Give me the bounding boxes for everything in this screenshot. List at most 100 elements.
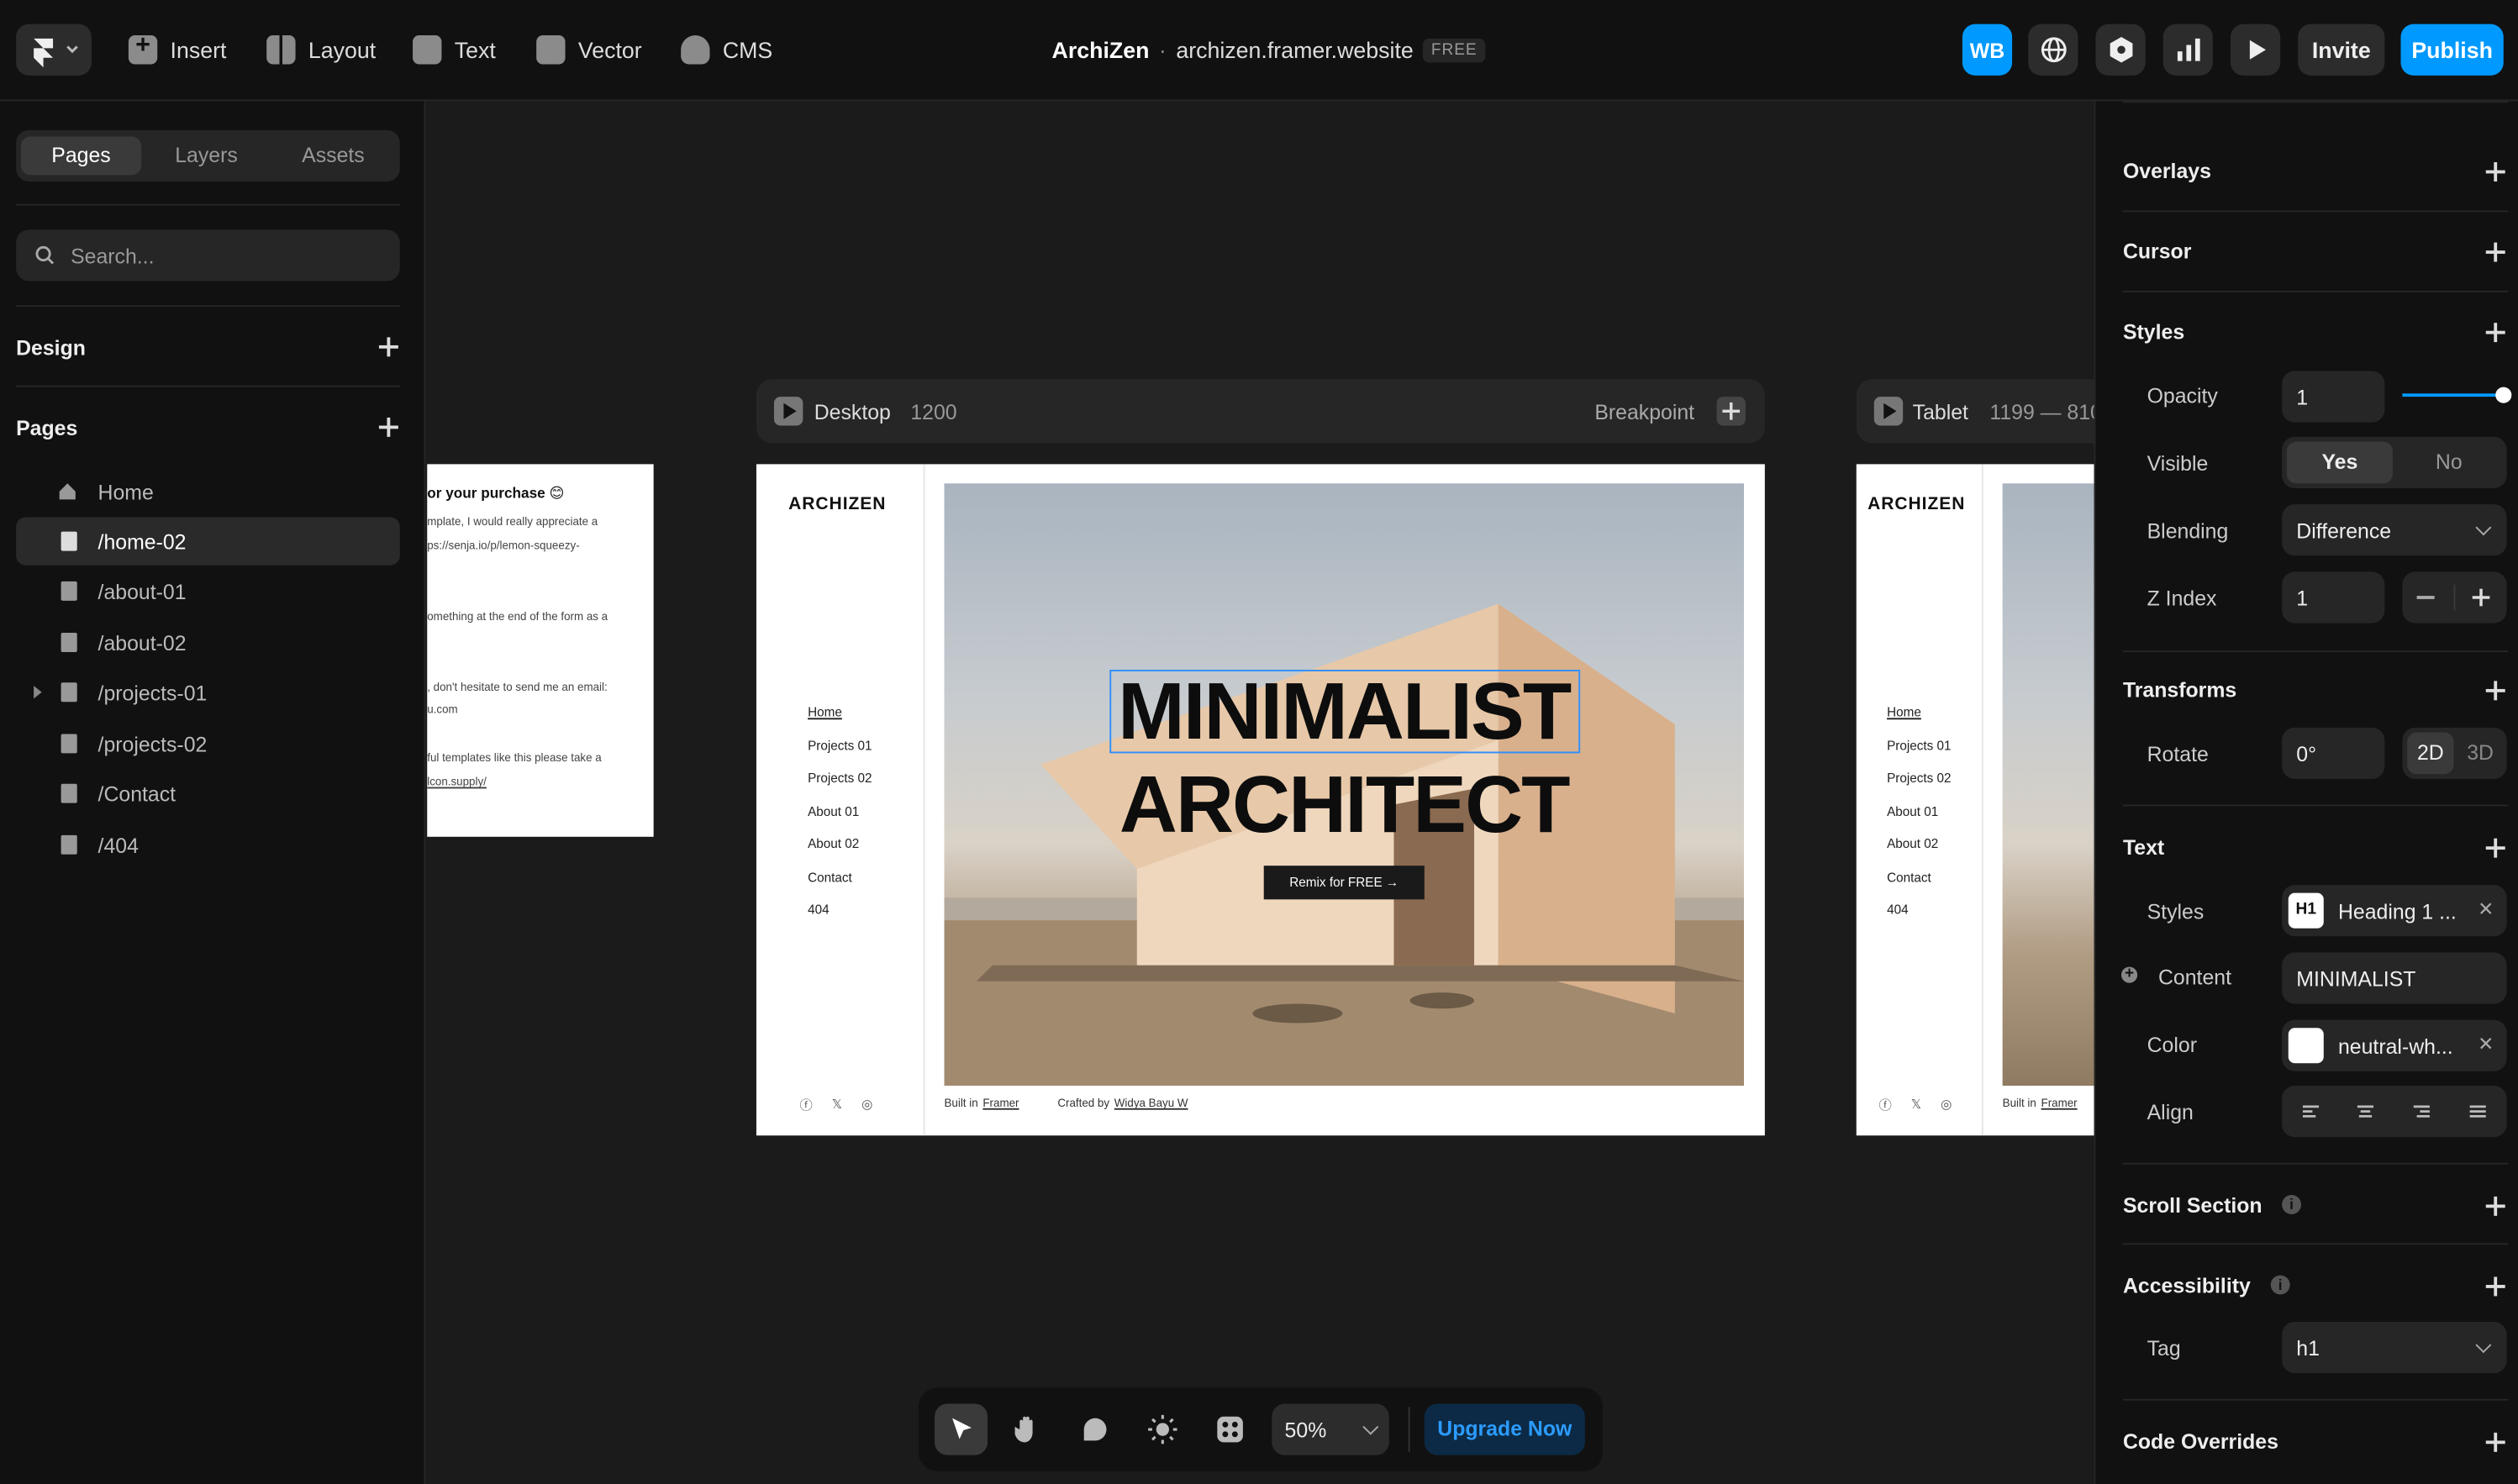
nav-about-02[interactable]: About 02 bbox=[1887, 837, 1938, 851]
mode-3d-option[interactable]: 3D bbox=[2457, 733, 2503, 775]
search-input[interactable]: Search... bbox=[16, 229, 400, 282]
opacity-slider-knob[interactable] bbox=[2495, 387, 2512, 403]
facebook-icon[interactable]: ⓕ bbox=[1879, 1097, 1892, 1114]
nav-about-02[interactable]: About 02 bbox=[808, 837, 859, 851]
components-tool[interactable] bbox=[1209, 1408, 1251, 1450]
preview-play-icon[interactable] bbox=[773, 397, 803, 426]
info-icon[interactable]: i bbox=[2270, 1275, 2290, 1295]
insert-tool[interactable]: Insert bbox=[128, 29, 226, 71]
align-justify-icon[interactable] bbox=[2468, 1102, 2488, 1121]
nav-contact[interactable]: Contact bbox=[808, 871, 852, 885]
visible-yes-option[interactable]: Yes bbox=[2286, 441, 2393, 484]
page-item-home[interactable]: Home bbox=[16, 467, 400, 515]
nav-home[interactable]: Home bbox=[808, 705, 842, 719]
nav-404[interactable]: 404 bbox=[808, 903, 830, 917]
vector-tool[interactable]: Vector bbox=[536, 29, 642, 71]
preview-button[interactable] bbox=[2230, 24, 2281, 76]
nav-about-01[interactable]: About 01 bbox=[808, 805, 859, 819]
zoom-select[interactable]: 50% bbox=[1272, 1403, 1389, 1455]
nav-projects-01[interactable]: Projects 01 bbox=[808, 739, 872, 753]
add-code-override-icon[interactable] bbox=[2485, 1432, 2505, 1452]
text-tool[interactable]: Text bbox=[413, 29, 496, 71]
nav-contact[interactable]: Contact bbox=[1887, 871, 1931, 885]
add-breakpoint-button[interactable] bbox=[1716, 397, 1746, 426]
add-style-icon[interactable] bbox=[2485, 323, 2505, 343]
increment-button[interactable] bbox=[2472, 588, 2490, 607]
text-style-select[interactable]: H1 Heading 1 ... ✕ bbox=[2282, 885, 2507, 937]
theme-toggle[interactable] bbox=[1142, 1408, 1184, 1450]
layout-tool[interactable]: Layout bbox=[266, 29, 376, 71]
zindex-input[interactable]: 1 bbox=[2282, 571, 2385, 624]
page-item-about-01[interactable]: /about-01 bbox=[16, 567, 400, 615]
remix-cta-button[interactable]: Remix for FREE → bbox=[1263, 866, 1425, 900]
add-page-icon[interactable] bbox=[378, 417, 398, 437]
select-tool[interactable] bbox=[935, 1403, 988, 1455]
align-center-icon[interactable] bbox=[2356, 1102, 2375, 1121]
tab-assets[interactable]: Assets bbox=[273, 136, 393, 175]
add-transform-icon[interactable] bbox=[2485, 681, 2505, 701]
tablet-frame[interactable]: ARCHIZEN Home Projects 01 Projects 02 Ab… bbox=[1856, 464, 2094, 1136]
project-title[interactable]: ArchiZen · archizen.framer.website FREE bbox=[1052, 37, 1486, 63]
nav-projects-01[interactable]: Projects 01 bbox=[1887, 739, 1951, 753]
page-item-home-02[interactable]: /home-02 bbox=[16, 517, 400, 566]
tab-layers[interactable]: Layers bbox=[146, 136, 266, 175]
publish-button[interactable]: Publish bbox=[2400, 24, 2504, 76]
add-cursor-icon[interactable] bbox=[2485, 242, 2505, 262]
clear-icon[interactable]: ✕ bbox=[2478, 1033, 2494, 1055]
page-item-contact[interactable]: /Contact bbox=[16, 770, 400, 818]
facebook-icon[interactable]: ⓕ bbox=[800, 1097, 813, 1114]
user-avatar[interactable]: WB bbox=[1962, 24, 2013, 76]
tab-pages[interactable]: Pages bbox=[20, 136, 142, 176]
framer-menu-button[interactable] bbox=[16, 24, 92, 76]
clear-icon[interactable]: ✕ bbox=[2478, 897, 2494, 920]
add-text-icon[interactable] bbox=[2485, 838, 2505, 858]
instagram-icon[interactable]: ◎ bbox=[861, 1097, 872, 1114]
author-link[interactable]: Widya Bayu W bbox=[1114, 1098, 1188, 1109]
content-input[interactable]: MINIMALIST bbox=[2282, 952, 2507, 1004]
analytics-button[interactable] bbox=[2162, 24, 2213, 76]
nav-projects-02[interactable]: Projects 02 bbox=[1887, 771, 1951, 785]
site-settings-button[interactable] bbox=[2028, 24, 2078, 76]
expand-caret-icon[interactable] bbox=[34, 686, 42, 699]
nav-about-01[interactable]: About 01 bbox=[1887, 805, 1938, 819]
plugins-button[interactable] bbox=[2095, 24, 2146, 76]
nav-home[interactable]: Home bbox=[1887, 705, 1921, 719]
page-item-projects-02[interactable]: /projects-02 bbox=[16, 719, 400, 767]
desktop-breakpoint-header[interactable]: Desktop 1200 Breakpoint bbox=[756, 379, 1765, 444]
opacity-slider[interactable] bbox=[2402, 387, 2512, 403]
page-item-about-02[interactable]: /about-02 bbox=[16, 618, 400, 666]
preview-play-icon[interactable] bbox=[1873, 397, 1904, 426]
nav-404[interactable]: 404 bbox=[1887, 903, 1909, 917]
x-twitter-icon[interactable]: 𝕏 bbox=[1911, 1097, 1921, 1114]
align-left-icon[interactable] bbox=[2301, 1102, 2320, 1121]
opacity-input[interactable]: 1 bbox=[2282, 371, 2385, 423]
info-icon[interactable]: i bbox=[2282, 1195, 2302, 1214]
blending-select[interactable]: Difference bbox=[2282, 504, 2507, 556]
framer-link[interactable]: Framer bbox=[982, 1098, 1019, 1109]
instagram-icon[interactable]: ◎ bbox=[1941, 1097, 1952, 1114]
align-right-icon[interactable] bbox=[2412, 1102, 2431, 1121]
desktop-frame[interactable]: ARCHIZEN Home Projects 01 Projects 02 Ab… bbox=[756, 464, 1765, 1136]
nav-projects-02[interactable]: Projects 02 bbox=[808, 771, 872, 785]
content-variable-icon[interactable]: + bbox=[2121, 966, 2138, 983]
add-accessibility-icon[interactable] bbox=[2485, 1276, 2505, 1297]
tablet-breakpoint-header[interactable]: Tablet 1199 — 810 bbox=[1856, 379, 2102, 444]
add-design-icon[interactable] bbox=[378, 337, 398, 357]
cms-tool[interactable]: CMS bbox=[681, 29, 772, 71]
add-scroll-section-icon[interactable] bbox=[2485, 1196, 2505, 1216]
page-link[interactable]: lcon.supply/ bbox=[427, 777, 487, 788]
comment-tool[interactable] bbox=[1074, 1408, 1116, 1450]
color-select[interactable]: neutral-wh... ✕ bbox=[2282, 1019, 2507, 1071]
invite-button[interactable]: Invite bbox=[2298, 24, 2385, 76]
upgrade-now-button[interactable]: Upgrade Now bbox=[1424, 1403, 1585, 1455]
decrement-button[interactable] bbox=[2416, 596, 2435, 598]
page-item-404[interactable]: /404 bbox=[16, 821, 400, 869]
rotate-input[interactable]: 0° bbox=[2282, 727, 2385, 779]
offscreen-page-frame[interactable]: or your purchase 😊 mplate, I would reall… bbox=[427, 464, 654, 837]
page-item-projects-01[interactable]: /projects-01 bbox=[16, 668, 400, 716]
visible-no-option[interactable]: No bbox=[2396, 442, 2502, 484]
hand-tool[interactable] bbox=[1007, 1408, 1049, 1450]
tag-select[interactable]: h1 bbox=[2282, 1321, 2507, 1374]
framer-link[interactable]: Framer bbox=[2041, 1098, 2078, 1109]
mode-2d-option[interactable]: 2D bbox=[2407, 732, 2454, 775]
